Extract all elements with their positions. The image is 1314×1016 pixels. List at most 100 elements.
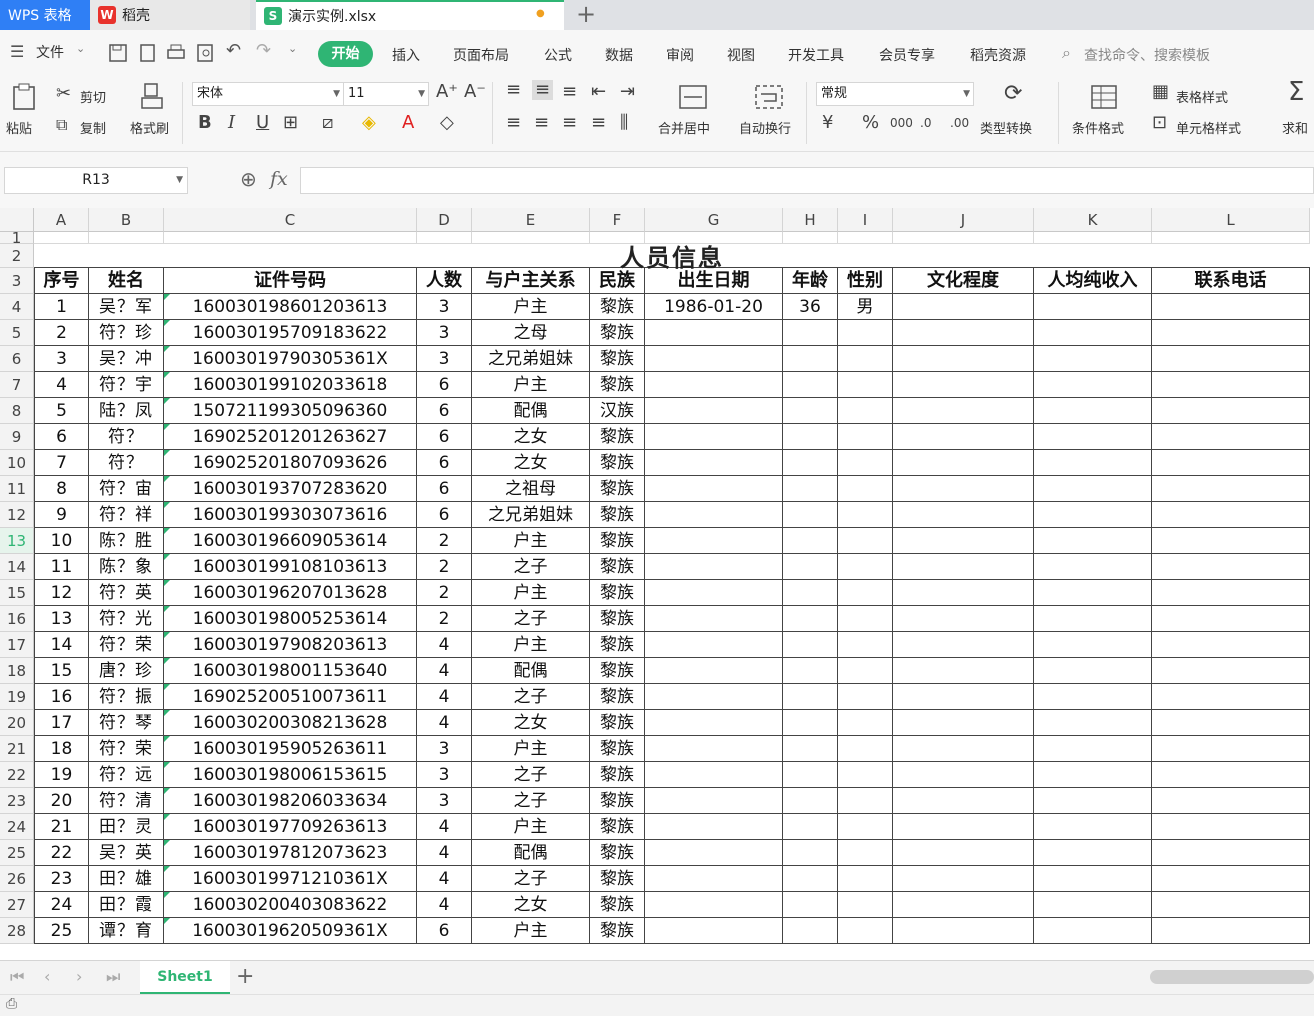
cell-ethnicity[interactable]: 汉族 <box>590 398 645 424</box>
new-tab-button[interactable]: + <box>576 0 596 28</box>
cell-gender[interactable] <box>838 918 893 944</box>
cell-gender[interactable] <box>838 528 893 554</box>
cell-relation[interactable]: 户主 <box>472 372 590 398</box>
cell-relation[interactable]: 之子 <box>472 788 590 814</box>
cell-id-number[interactable]: 160030200403083622 <box>164 892 417 918</box>
cell-household-size[interactable]: 3 <box>417 762 472 788</box>
row-header[interactable]: 23 <box>0 788 34 814</box>
cell-ethnicity[interactable]: 黎族 <box>590 814 645 840</box>
cell-household-size[interactable]: 3 <box>417 320 472 346</box>
cell-education[interactable] <box>893 918 1034 944</box>
cell-birth-date[interactable] <box>645 840 783 866</box>
cell-ethnicity[interactable]: 黎族 <box>590 372 645 398</box>
decrease-font-icon[interactable]: A⁻ <box>464 82 486 102</box>
sheet-tab-sheet1[interactable]: Sheet1 <box>140 961 230 994</box>
cell-household-size[interactable]: 2 <box>417 528 472 554</box>
cell-age[interactable] <box>783 814 838 840</box>
cell-seq[interactable]: 23 <box>34 866 89 892</box>
print-preview-icon[interactable] <box>196 43 216 63</box>
align-right-icon[interactable]: ≡ <box>562 113 577 133</box>
row-header[interactable]: 11 <box>0 476 34 502</box>
cell-age[interactable] <box>783 372 838 398</box>
conditional-format-icon[interactable] <box>1090 84 1118 110</box>
cell-gender[interactable] <box>838 762 893 788</box>
cell-income[interactable] <box>1034 736 1152 762</box>
cell-income[interactable] <box>1034 398 1152 424</box>
align-top-icon[interactable]: ≡ <box>506 80 521 100</box>
row-header[interactable]: 21 <box>0 736 34 762</box>
cell-age[interactable] <box>783 450 838 476</box>
cell-birth-date[interactable] <box>645 398 783 424</box>
scissors-icon[interactable]: ✂ <box>56 84 71 104</box>
cell-relation[interactable]: 配偶 <box>472 658 590 684</box>
cell-birth-date[interactable] <box>645 554 783 580</box>
merge-center-button[interactable]: 合并居中 <box>658 118 710 137</box>
prev-sheet-icon[interactable]: ‹ <box>44 967 50 986</box>
cell-income[interactable] <box>1034 918 1152 944</box>
cell-age[interactable] <box>783 398 838 424</box>
tab-daoke[interactable]: W 稻壳 <box>90 0 250 30</box>
sum-button[interactable]: 求和 <box>1282 118 1308 137</box>
wrap-text-icon[interactable] <box>754 84 784 110</box>
cell-seq[interactable]: 15 <box>34 658 89 684</box>
hamburger-icon[interactable]: ☰ <box>10 42 24 61</box>
cell-income[interactable] <box>1034 320 1152 346</box>
cell-gender[interactable] <box>838 840 893 866</box>
cell-name[interactable]: 符？琴 <box>89 710 164 736</box>
table-style-button[interactable]: 表格样式 <box>1176 87 1228 106</box>
export-icon[interactable] <box>138 43 158 63</box>
cell-birth-date[interactable] <box>645 658 783 684</box>
cell-ethnicity[interactable]: 黎族 <box>590 762 645 788</box>
row-header[interactable]: 17 <box>0 632 34 658</box>
cell-income[interactable] <box>1034 580 1152 606</box>
cell-phone[interactable] <box>1152 346 1310 372</box>
cell-seq[interactable]: 7 <box>34 450 89 476</box>
cell-relation[interactable]: 之女 <box>472 710 590 736</box>
cell-household-size[interactable]: 3 <box>417 346 472 372</box>
cell-birth-date[interactable] <box>645 684 783 710</box>
cell-phone[interactable] <box>1152 866 1310 892</box>
menu-member[interactable]: 会员专享 <box>879 45 935 65</box>
cell-phone[interactable] <box>1152 294 1310 320</box>
row-header[interactable]: 2 <box>0 244 34 268</box>
table-style-icon[interactable]: ▦ <box>1152 82 1169 102</box>
cell-age[interactable] <box>783 788 838 814</box>
cell-seq[interactable]: 20 <box>34 788 89 814</box>
cell-birth-date[interactable] <box>645 710 783 736</box>
cell-ethnicity[interactable]: 黎族 <box>590 788 645 814</box>
cell-age[interactable] <box>783 840 838 866</box>
cell-household-size[interactable]: 3 <box>417 788 472 814</box>
type-convert-icon[interactable]: ⟳ <box>1004 83 1022 105</box>
cell-birth-date[interactable] <box>645 372 783 398</box>
indent-increase-icon[interactable]: ⇥ <box>620 82 635 102</box>
cell-style-icon[interactable]: ⊡ <box>1152 113 1167 133</box>
add-sheet-button[interactable]: + <box>236 964 254 989</box>
cell-relation[interactable]: 户主 <box>472 632 590 658</box>
cell-ethnicity[interactable]: 黎族 <box>590 866 645 892</box>
cell-seq[interactable]: 8 <box>34 476 89 502</box>
cell-ethnicity[interactable]: 黎族 <box>590 606 645 632</box>
cell-birth-date[interactable] <box>645 320 783 346</box>
cell-gender[interactable] <box>838 320 893 346</box>
fill-color-icon[interactable]: ◈ <box>362 113 376 133</box>
percent-icon[interactable]: % <box>862 113 879 133</box>
cell-name[interactable]: 符？清 <box>89 788 164 814</box>
cell-phone[interactable] <box>1152 684 1310 710</box>
cell-age[interactable] <box>783 892 838 918</box>
row-header[interactable]: 5 <box>0 320 34 346</box>
cell-household-size[interactable]: 6 <box>417 476 472 502</box>
row-header[interactable]: 12 <box>0 502 34 528</box>
font-name-select[interactable]: 宋体 ▼ <box>192 82 344 106</box>
cell-education[interactable] <box>893 528 1034 554</box>
cell-education[interactable] <box>893 580 1034 606</box>
cell-gender[interactable] <box>838 814 893 840</box>
cell-income[interactable] <box>1034 710 1152 736</box>
cell-age[interactable] <box>783 762 838 788</box>
column-header-h[interactable]: H <box>783 208 838 232</box>
cell-birth-date[interactable] <box>645 476 783 502</box>
cell-phone[interactable] <box>1152 450 1310 476</box>
cell-ethnicity[interactable]: 黎族 <box>590 294 645 320</box>
cell-relation[interactable]: 户主 <box>472 736 590 762</box>
undo-icon[interactable]: ↶ <box>226 40 241 61</box>
align-bottom-icon[interactable]: ≡ <box>562 82 577 102</box>
